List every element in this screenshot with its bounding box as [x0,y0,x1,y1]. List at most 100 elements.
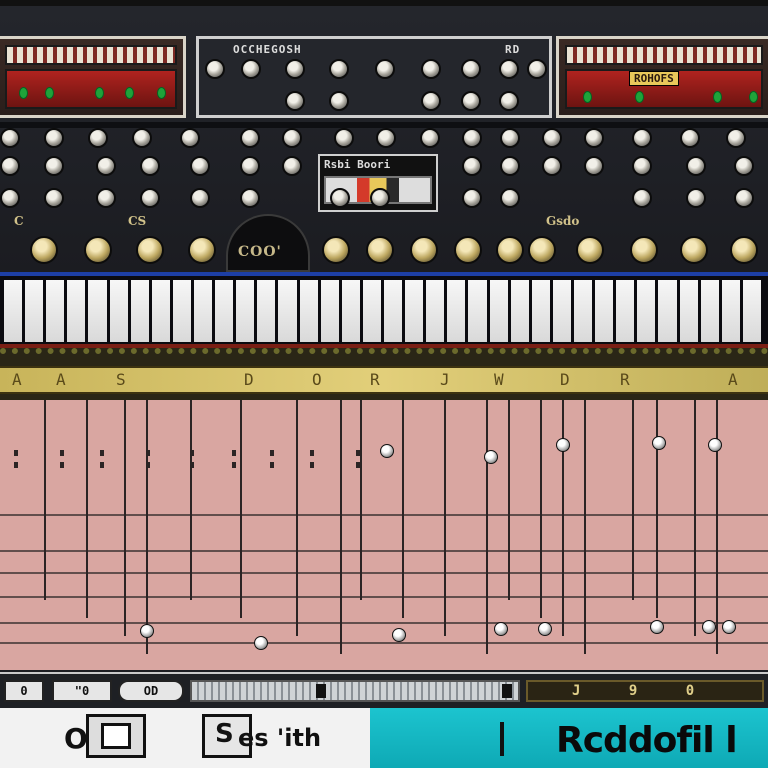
knob[interactable] [240,156,260,176]
knob[interactable] [282,156,302,176]
piano-key[interactable] [510,280,532,342]
piano-key[interactable] [658,280,680,342]
midi-note[interactable] [392,628,406,642]
midi-note[interactable] [254,636,268,650]
knob[interactable] [542,128,562,148]
piano-key[interactable] [383,280,406,342]
knob[interactable] [421,91,441,111]
piano-key[interactable] [215,280,237,342]
square-icon[interactable] [86,714,146,758]
piano-key[interactable] [426,280,448,342]
knob[interactable] [88,128,108,148]
knob[interactable] [44,156,64,176]
piano-key[interactable] [531,280,553,342]
piano-key[interactable] [320,280,342,342]
piano-key[interactable] [552,280,574,342]
piano-key[interactable] [130,280,152,342]
knob[interactable] [686,188,706,208]
midi-note[interactable] [702,620,716,634]
knob[interactable] [462,156,482,176]
knob[interactable] [584,128,604,148]
piano-key[interactable] [700,280,722,342]
knob[interactable] [461,59,481,79]
midi-note[interactable] [494,622,508,636]
knob[interactable] [630,236,658,264]
knob[interactable] [334,128,354,148]
knob[interactable] [0,156,20,176]
knob[interactable] [461,91,481,111]
piano-key[interactable] [447,280,469,342]
midi-note[interactable] [650,620,664,634]
knob[interactable] [632,128,652,148]
knob[interactable] [528,236,556,264]
knob[interactable] [30,236,58,264]
knob[interactable] [140,156,160,176]
piano-key[interactable] [341,280,363,342]
knob[interactable] [420,128,440,148]
piano-key[interactable] [616,280,638,342]
piano-key[interactable] [88,280,110,342]
knob[interactable] [632,156,652,176]
knob[interactable] [205,59,225,79]
midi-note[interactable] [708,438,722,452]
piano-key[interactable] [46,280,68,342]
knob[interactable] [0,128,20,148]
timeline-ruler[interactable]: A A S D O R J W D R A [0,348,768,400]
knob[interactable] [462,128,482,148]
piano-key[interactable] [299,280,321,342]
piano-key[interactable] [151,280,173,342]
piano-key[interactable] [362,280,384,342]
piano-key[interactable] [257,280,279,342]
piano-key[interactable] [67,280,89,342]
knob[interactable] [96,188,116,208]
knob[interactable] [366,236,394,264]
knob[interactable] [462,188,482,208]
knob[interactable] [527,59,547,79]
piano-key[interactable] [721,280,743,342]
piano-key[interactable] [573,280,596,342]
knob[interactable] [726,128,746,148]
piano-key[interactable] [4,280,26,342]
knob[interactable] [680,128,700,148]
knob[interactable] [285,59,305,79]
midi-note[interactable] [556,438,570,452]
knob[interactable] [730,236,758,264]
piano-key[interactable] [172,280,194,342]
knob[interactable] [500,188,520,208]
knob[interactable] [542,156,562,176]
knob[interactable] [240,188,260,208]
knob[interactable] [84,236,112,264]
piano-key[interactable] [595,280,617,342]
knob[interactable] [410,236,438,264]
knob[interactable] [0,188,20,208]
piano-key[interactable] [468,280,490,342]
piano-key[interactable] [278,280,300,342]
midi-note[interactable] [484,450,498,464]
knob[interactable] [632,188,652,208]
knob[interactable] [285,91,305,111]
piano-key[interactable] [489,280,511,342]
knob[interactable] [734,156,754,176]
midi-note[interactable] [380,444,394,458]
midi-note[interactable] [140,624,154,638]
knob[interactable] [500,156,520,176]
knob[interactable] [376,128,396,148]
knob[interactable] [421,59,441,79]
knob[interactable] [499,59,519,79]
knob[interactable] [330,188,350,208]
knob[interactable] [180,128,200,148]
knob[interactable] [499,91,519,111]
scrubber-thumb[interactable] [316,684,326,698]
knob[interactable] [96,156,116,176]
piano-key[interactable] [25,280,47,342]
knob[interactable] [329,59,349,79]
transport-button[interactable]: "0 [52,680,112,702]
knob[interactable] [241,59,261,79]
piano-key[interactable] [193,280,216,342]
knob[interactable] [375,59,395,79]
knob[interactable] [576,236,604,264]
knob[interactable] [136,236,164,264]
knob[interactable] [190,188,210,208]
piano-key[interactable] [637,280,659,342]
knob[interactable] [584,156,604,176]
